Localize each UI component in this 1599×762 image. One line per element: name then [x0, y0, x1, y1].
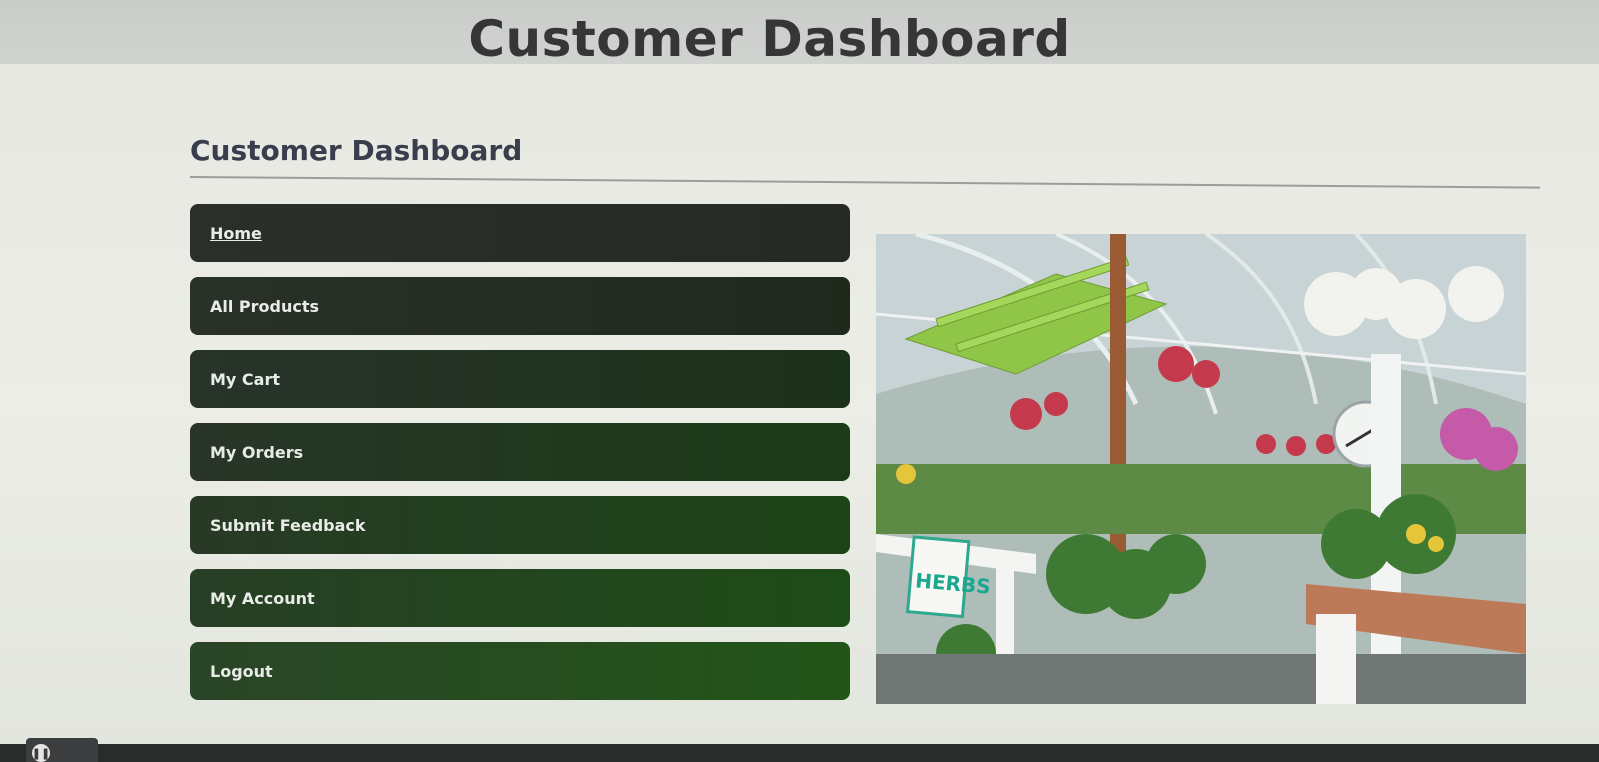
nav-submit-feedback-button[interactable]: Submit Feedback — [190, 496, 850, 554]
nav-logout-button[interactable]: Logout — [190, 642, 850, 700]
heading-divider — [189, 176, 1540, 189]
nav-my-account-button[interactable]: My Account — [190, 569, 850, 627]
nav-my-cart-button[interactable]: My Cart — [190, 350, 850, 408]
bottom-bar — [0, 744, 1599, 762]
page-title: Customer Dashboard — [468, 10, 1071, 68]
pause-icon[interactable]: ❚❚ — [32, 744, 50, 762]
greenhouse-image: HERBS — [876, 234, 1526, 704]
section-heading: Customer Dashboard — [190, 134, 523, 167]
dashboard-nav: Home All Products My Cart My Orders Subm… — [190, 204, 850, 715]
nav-my-orders-button[interactable]: My Orders — [190, 423, 850, 481]
dashboard-content: Customer Dashboard Home All Products My … — [0, 64, 1599, 744]
nav-all-products-button[interactable]: All Products — [190, 277, 850, 335]
nav-home-button[interactable]: Home — [190, 204, 850, 262]
